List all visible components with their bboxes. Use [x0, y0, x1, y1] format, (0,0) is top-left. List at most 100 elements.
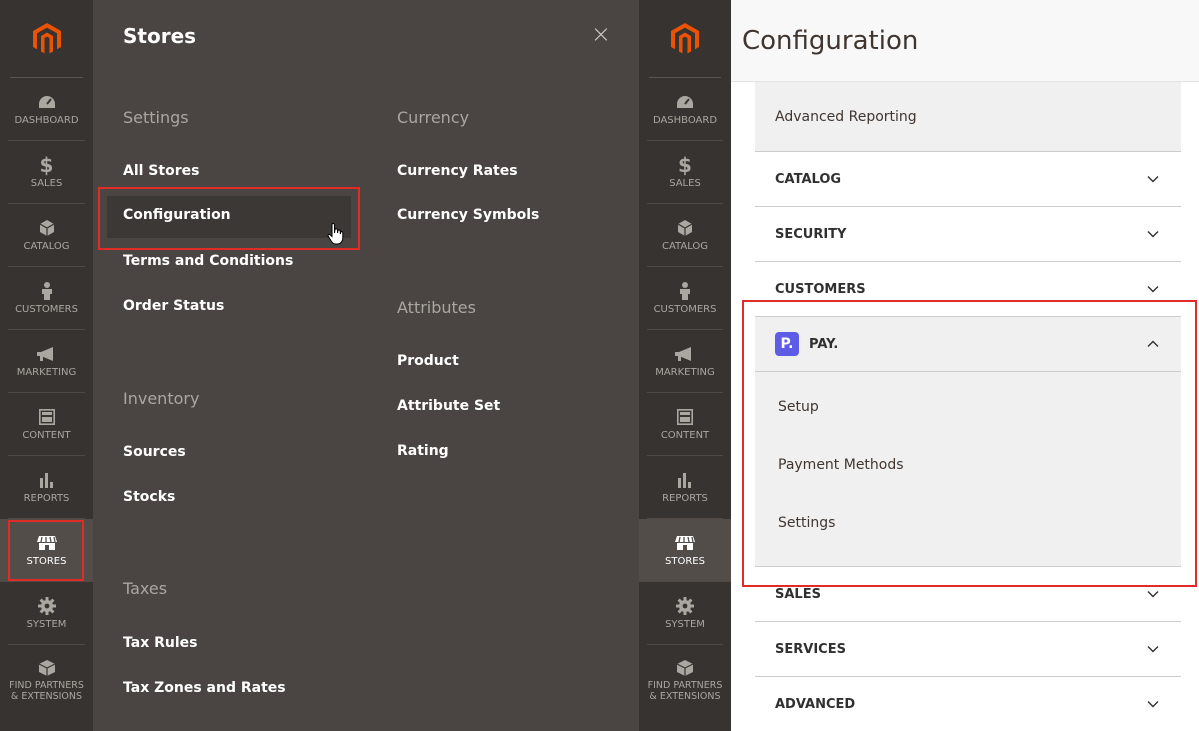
- nav-stores-label: STORES: [665, 556, 705, 567]
- nav-system[interactable]: SYSTEM: [8, 582, 85, 645]
- bar-chart-icon: [39, 470, 55, 490]
- nav-find-partners-secondary[interactable]: FIND PARTNERS & EXTENSIONS: [647, 645, 723, 715]
- nav-marketing-label: MARKETING: [16, 367, 77, 378]
- link-all-stores[interactable]: All Stores: [123, 163, 199, 179]
- nav-marketing-secondary[interactable]: MARKETING: [647, 330, 723, 393]
- nav-marketing-label: MARKETING: [655, 367, 715, 378]
- nav-reports[interactable]: REPORTS: [8, 456, 85, 519]
- hand-cursor-icon: [327, 223, 344, 245]
- flyout-title: Stores: [123, 24, 197, 48]
- link-tax-zones-and-rates[interactable]: Tax Zones and Rates: [123, 680, 286, 696]
- stores-flyout-menu: Stores × Settings All Stores Configurati…: [93, 0, 639, 731]
- section-sales-label: SALES: [775, 586, 821, 602]
- nav-find-partners[interactable]: FIND PARTNERS & EXTENSIONS: [8, 645, 85, 715]
- pay-submenu: Setup Payment Methods Settings: [755, 372, 1181, 567]
- section-pay[interactable]: P. PAY.: [755, 317, 1181, 372]
- section-advanced-label: ADVANCED: [775, 696, 856, 712]
- nav-content-secondary[interactable]: CONTENT: [647, 393, 723, 456]
- nav-stores-label: STORES: [26, 556, 67, 567]
- link-currency-symbols[interactable]: Currency Symbols: [397, 207, 539, 223]
- group-inventory-title: Inventory: [123, 389, 200, 408]
- gear-icon: [37, 596, 56, 616]
- nav-system-secondary[interactable]: SYSTEM: [647, 582, 723, 645]
- section-customers-label: CUSTOMERS: [775, 281, 866, 297]
- nav-extensions-label: & EXTENSIONS: [10, 690, 83, 702]
- tab-pay-settings[interactable]: Settings: [755, 494, 1181, 552]
- link-order-status[interactable]: Order Status: [123, 298, 224, 314]
- chevron-down-icon: [1147, 587, 1159, 601]
- group-settings-title: Settings: [123, 108, 189, 127]
- nav-catalog[interactable]: CATALOG: [8, 204, 85, 267]
- section-security[interactable]: SECURITY: [755, 207, 1181, 262]
- nav-customers-label: CUSTOMERS: [15, 304, 78, 315]
- link-stocks[interactable]: Stocks: [123, 489, 175, 505]
- dollar-icon: $: [678, 153, 692, 177]
- tab-pay-setup[interactable]: Setup: [755, 378, 1181, 436]
- nav-system-label: SYSTEM: [665, 619, 705, 630]
- group-currency-title: Currency: [397, 108, 470, 127]
- cube-icon: [678, 218, 692, 238]
- config-tabs: Advanced Reporting CATALOG SECURITY CUST…: [755, 82, 1181, 731]
- nav-sales[interactable]: $ SALES: [8, 141, 85, 204]
- nav-catalog-secondary[interactable]: CATALOG: [647, 204, 723, 267]
- link-terms-and-conditions[interactable]: Terms and Conditions: [123, 253, 293, 269]
- nav-dashboard-secondary[interactable]: DASHBOARD: [647, 78, 723, 141]
- link-attribute-set[interactable]: Attribute Set: [397, 398, 500, 414]
- pay-logo-icon: P.: [775, 332, 799, 356]
- magento-logo[interactable]: [10, 0, 83, 78]
- person-icon: [679, 281, 691, 301]
- nav-marketing[interactable]: MARKETING: [8, 330, 85, 393]
- admin-sidebar: DASHBOARD $ SALES CATALOG CUSTOMERS MARK…: [0, 0, 93, 731]
- nav-customers-label: CUSTOMERS: [653, 304, 717, 315]
- bar-chart-icon: [677, 470, 693, 490]
- section-services[interactable]: SERVICES: [755, 622, 1181, 677]
- nav-stores[interactable]: STORES: [0, 519, 93, 582]
- nav-system-label: SYSTEM: [26, 619, 67, 630]
- nav-customers-secondary[interactable]: CUSTOMERS: [647, 267, 723, 330]
- cube-icon: [39, 218, 54, 238]
- blocks-icon: [677, 658, 693, 678]
- section-sales[interactable]: SALES: [755, 567, 1181, 622]
- megaphone-icon: [675, 344, 695, 364]
- nav-sales-label: SALES: [30, 178, 63, 189]
- nav-find-partners-label: FIND PARTNERS: [9, 680, 84, 692]
- close-icon[interactable]: ×: [591, 20, 611, 48]
- nav-catalog-label: CATALOG: [23, 241, 70, 252]
- link-currency-rates[interactable]: Currency Rates: [397, 163, 518, 179]
- magento-logo-secondary[interactable]: [649, 0, 721, 78]
- section-catalog[interactable]: CATALOG: [755, 152, 1181, 207]
- nav-content[interactable]: CONTENT: [8, 393, 85, 456]
- megaphone-icon: [36, 344, 57, 364]
- link-tax-rules[interactable]: Tax Rules: [123, 635, 197, 651]
- chevron-down-icon: [1147, 642, 1159, 656]
- link-sources[interactable]: Sources: [123, 444, 186, 460]
- section-security-label: SECURITY: [775, 226, 847, 242]
- link-rating[interactable]: Rating: [397, 443, 449, 459]
- page-title: Configuration: [742, 26, 919, 56]
- admin-sidebar-secondary: DASHBOARD $ SALES CATALOG CUSTOMERS MARK…: [639, 0, 731, 731]
- layout-icon: [677, 407, 693, 427]
- nav-content-label: CONTENT: [22, 430, 71, 441]
- link-configuration[interactable]: Configuration: [123, 207, 231, 223]
- section-advanced[interactable]: ADVANCED: [755, 677, 1181, 731]
- config-page-header: Configuration: [731, 0, 1199, 82]
- nav-reports-label: REPORTS: [23, 493, 70, 504]
- nav-content-label: CONTENT: [660, 430, 710, 441]
- tab-pay-payment-methods[interactable]: Payment Methods: [755, 436, 1181, 494]
- nav-dashboard[interactable]: DASHBOARD: [8, 78, 85, 141]
- nav-stores-secondary[interactable]: STORES: [639, 519, 731, 582]
- nav-customers[interactable]: CUSTOMERS: [8, 267, 85, 330]
- section-catalog-label: CATALOG: [775, 171, 842, 187]
- tab-advanced-reporting[interactable]: Advanced Reporting: [755, 82, 1181, 152]
- section-pay-label: PAY.: [809, 336, 839, 352]
- person-icon: [41, 281, 53, 301]
- blocks-icon: [38, 658, 55, 678]
- nav-reports-secondary[interactable]: REPORTS: [647, 456, 723, 519]
- gear-icon: [676, 596, 694, 616]
- nav-sales-secondary[interactable]: $ SALES: [647, 141, 723, 204]
- section-customers[interactable]: CUSTOMERS: [755, 262, 1181, 317]
- link-product[interactable]: Product: [397, 353, 459, 369]
- nav-dashboard-label: DASHBOARD: [652, 115, 718, 126]
- chevron-up-icon: [1147, 337, 1159, 351]
- storefront-icon: [675, 533, 695, 553]
